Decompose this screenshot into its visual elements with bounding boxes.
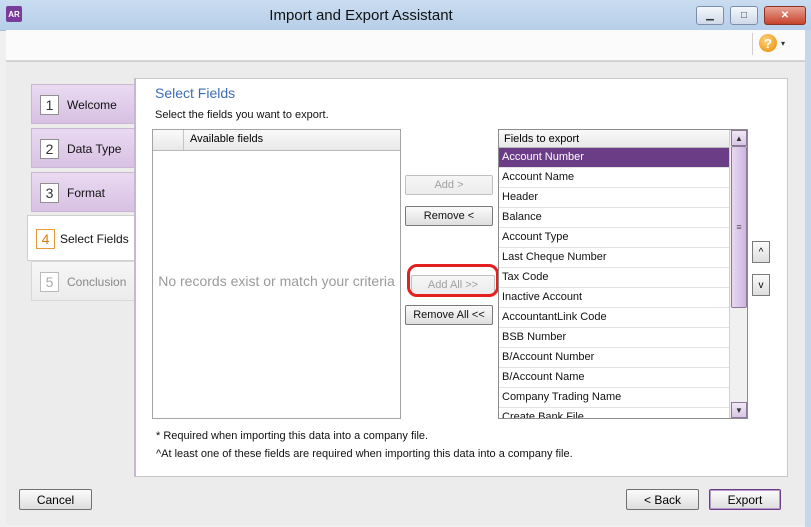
step-number: 4 xyxy=(36,229,55,249)
wizard-content: 1 Welcome 2 Data Type 3 Format 4 Select … xyxy=(6,61,805,525)
list-item[interactable]: Create Bank File xyxy=(499,408,729,418)
panel-title: Select Fields xyxy=(155,85,236,101)
window-title: Import and Export Assistant xyxy=(269,7,453,24)
step-conclusion: 5 Conclusion xyxy=(31,261,139,301)
step-label: Data Type xyxy=(67,142,122,156)
select-fields-panel: Select Fields Select the fields you want… xyxy=(134,78,788,477)
remove-button[interactable]: Remove < xyxy=(405,206,493,226)
list-item[interactable]: B/Account Name xyxy=(499,368,729,388)
fields-to-export-header: Fields to export xyxy=(499,130,729,148)
step-label: Welcome xyxy=(67,98,117,112)
fields-to-export-list[interactable]: Fields to export Account Number Account N… xyxy=(498,129,748,419)
help-icon[interactable]: ? xyxy=(759,34,777,52)
minimize-button[interactable]: ▁ xyxy=(696,6,724,25)
step-select-fields[interactable]: 4 Select Fields xyxy=(27,215,139,261)
list-item[interactable]: Inactive Account xyxy=(499,288,729,308)
scroll-up-icon[interactable]: ▲ xyxy=(731,130,747,146)
step-number: 5 xyxy=(40,272,59,292)
export-rows: Account Number Account Name Header Balance A… xyxy=(499,148,729,418)
list-item[interactable]: Account Name xyxy=(499,168,729,188)
window-edge xyxy=(805,30,811,527)
import-export-window: AR Import and Export Assistant ▁ □ ✕ ? ▾… xyxy=(0,0,811,527)
row-selector-header xyxy=(153,130,184,150)
remove-all-button[interactable]: Remove All << xyxy=(405,305,493,325)
available-fields-grid[interactable]: Available fields No records exist or mat… xyxy=(152,129,401,419)
cancel-button[interactable]: Cancel xyxy=(19,489,92,510)
required-note: * Required when importing this data into… xyxy=(156,430,429,442)
panel-subtitle: Select the fields you want to export. xyxy=(155,109,329,121)
list-item[interactable]: Header xyxy=(499,188,729,208)
highlight-annotation xyxy=(407,264,499,297)
back-button[interactable]: < Back xyxy=(626,489,699,510)
export-button[interactable]: Export xyxy=(709,489,781,510)
scroll-down-icon[interactable]: ▼ xyxy=(731,402,747,418)
list-item[interactable]: Tax Code xyxy=(499,268,729,288)
title-bar: AR Import and Export Assistant ▁ □ ✕ xyxy=(0,0,811,31)
at-least-one-note: ^At least one of these fields are requir… xyxy=(156,448,573,460)
list-item[interactable]: BSB Number xyxy=(499,328,729,348)
step-data-type[interactable]: 2 Data Type xyxy=(31,128,139,168)
list-item[interactable]: Account Number xyxy=(499,148,729,168)
step-number: 3 xyxy=(40,183,59,203)
list-item[interactable]: AccountantLink Code xyxy=(499,308,729,328)
list-item[interactable]: Last Cheque Number xyxy=(499,248,729,268)
available-fields-header: Available fields xyxy=(153,130,400,151)
list-item[interactable]: Balance xyxy=(499,208,729,228)
move-down-button[interactable]: v xyxy=(752,274,770,296)
toolbar: ? ▾ xyxy=(6,30,805,61)
step-format[interactable]: 3 Format xyxy=(31,172,139,212)
empty-message: No records exist or match your criteria xyxy=(158,273,395,289)
move-up-button[interactable]: ^ xyxy=(752,241,770,263)
maximize-button[interactable]: □ xyxy=(730,6,758,25)
column-header: Available fields xyxy=(190,133,264,145)
list-item[interactable]: Company Trading Name xyxy=(499,388,729,408)
list-item[interactable]: Account Type xyxy=(499,228,729,248)
step-number: 2 xyxy=(40,139,59,159)
close-button[interactable]: ✕ xyxy=(764,6,806,25)
toolbar-separator xyxy=(752,33,753,55)
chevron-down-icon[interactable]: ▾ xyxy=(781,39,785,48)
step-label: Format xyxy=(67,186,106,200)
step-welcome[interactable]: 1 Welcome xyxy=(31,84,139,124)
add-button[interactable]: Add > xyxy=(405,175,493,195)
step-number: 1 xyxy=(40,95,59,115)
list-item[interactable]: B/Account Number xyxy=(499,348,729,368)
scroll-thumb[interactable]: ≡ xyxy=(731,146,747,308)
step-label: Select Fields xyxy=(60,232,129,246)
step-label: Conclusion xyxy=(67,275,127,289)
vertical-scrollbar[interactable]: ▲ ≡ ▼ xyxy=(729,130,747,418)
